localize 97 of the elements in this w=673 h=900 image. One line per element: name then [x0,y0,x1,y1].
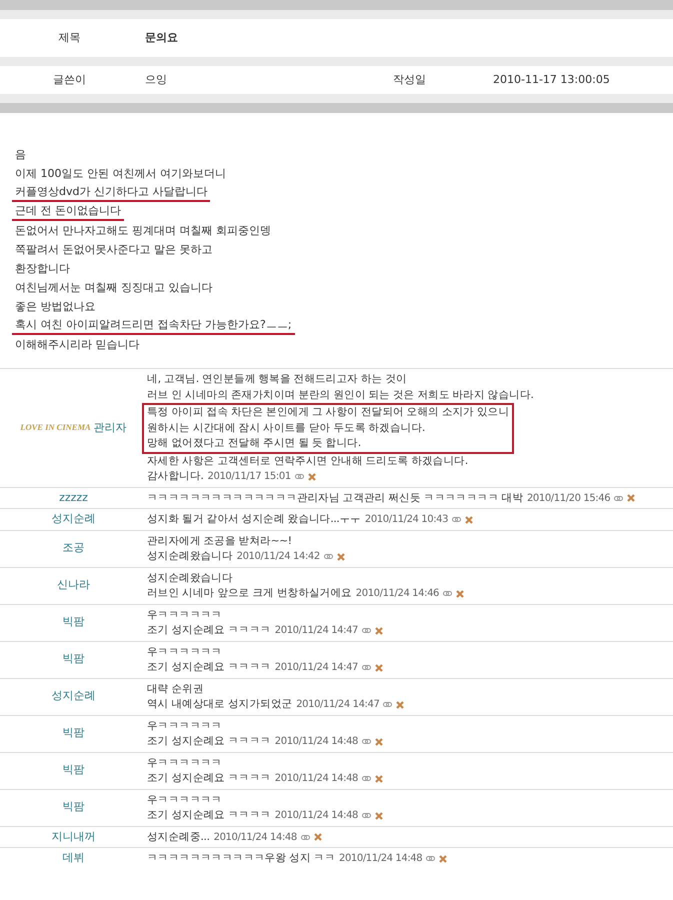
comment-text: ㅋㅋㅋㅋㅋㅋㅋㅋㅋㅋㅋ우왕 성지 ㅋㅋ [147,851,335,866]
delete-icon[interactable] [375,626,384,635]
comment-author: 데뷔 [62,850,84,866]
link-icon[interactable] [324,553,333,560]
author-label: 글쓴이 [52,72,87,88]
body-text: 돈없어서 만나자고해도 핑계대며 며칠째 회피중인뎅 [15,223,271,239]
comment-text: 성지순례중... [147,830,210,844]
comment-author: 조공 [62,540,84,556]
comment-date: 2010/11/24 14:47 [274,624,358,638]
author-name: 으잉 [145,72,168,88]
comment-author: zzzzz [59,490,88,506]
comment-text: 성지순례왔습니다 [147,549,233,564]
date-label: 작성일 [393,72,427,88]
comment-author: 빅팜 [62,614,84,630]
comment-text: 조기 성지순례요 ㅋㅋㅋㅋ [147,734,271,749]
comment-date: 2010/11/24 14:48 [338,852,422,866]
comment-text: 우ㅋㅋㅋㅋㅋㅋ [147,644,223,660]
comment-date: 2010/11/24 14:48 [274,735,358,749]
post-date: 2010-11-17 13:00:05 [493,72,610,88]
delete-icon[interactable] [465,516,474,524]
post-title: 문의요 [145,30,178,46]
comment-author: 빅팜 [62,762,84,778]
body-text: 여친님께서눈 며칠째 징징대고 있습니다 [15,280,212,296]
delete-icon[interactable] [375,738,384,746]
delete-icon[interactable] [375,664,384,672]
comment-date: 2010/11/24 14:47 [274,661,358,675]
comment-text: 러브 인 시네마의 존재가치이며 분란의 원인이 되는 것은 저희도 바라지 않습니다. [147,388,534,402]
comment-text: 조기 성지순례요 ㅋㅋㅋㅋ [147,623,271,638]
comment-author: 빅팜 [62,651,84,668]
body-text: 혹시 여친 아이피알려드리면 접속차단 가능한가요?ㅡㅡ; [12,316,295,335]
comment-text: 역시 내예상대로 성지가되었군 [147,697,292,712]
comment-date: 2010/11/24 14:46 [356,587,439,601]
link-icon[interactable] [614,494,624,502]
comment-text: 망해 없어졌다고 전달해 주시면 될 듯 합니다. [147,436,362,451]
link-icon[interactable] [362,738,372,746]
comment-text: 러브인 시네마 앞으로 크게 번창하실거에요 [147,586,352,601]
body-text: 이해해주시리라 믿습니다 [15,337,140,353]
comment-text: ㅋㅋㅋㅋㅋㅋㅋㅋㅋㅋㅋㅋㅋㅋ관리자님 고객관리 쩌신듯 ㅋㅋㅋㅋㅋㅋㅋ 대박 [147,490,523,506]
comment-text: 대략 순위권 [147,682,205,696]
delete-icon[interactable] [308,472,316,481]
body-text: 커플영상dvd가 신기하다고 사달랍니다 [12,183,210,202]
comment-text: 자세한 사항은 고객센터로 연락주시면 안내해 드리도록 하겠습니다. [147,454,469,468]
comment-text: 성지화 될거 같아서 성지순례 왔습니다...ㅜㅜ [147,512,361,527]
link-icon[interactable] [362,627,372,634]
comment-author: 관리자 [94,420,127,436]
comment-date: 2010/11/24 14:47 [296,698,380,712]
link-icon[interactable] [443,590,452,598]
link-icon[interactable] [362,664,372,672]
link-icon[interactable] [383,701,392,708]
body-text: 근데 전 돈이없습니다 [12,202,124,221]
comment-text: 우ㅋㅋㅋㅋㅋㅋ [147,718,223,734]
comment-date: 2010/11/24 14:42 [236,550,320,564]
comment-author: 성지순례 [52,688,96,704]
link-icon[interactable] [362,775,372,782]
delete-icon[interactable] [456,590,464,598]
comment-text: 원하시는 시간대에 잠시 사이트를 닫아 두도록 하겠습니다. [147,420,426,436]
site-logo: LOVE IN CINEMA [20,421,91,434]
link-icon[interactable] [362,812,372,820]
comment-date: 2010/11/24 14:48 [274,772,358,786]
comment-date: 2010/11/17 15:01 [208,470,291,484]
comment-date: 2010/11/24 14:48 [274,809,358,823]
delete-icon[interactable] [439,854,448,863]
comment-text: 관리자에게 조공을 받쳐라~~! [147,534,293,548]
title-label: 제목 [58,30,82,46]
comment-text: 네, 고객님. 연인분들께 행복을 전해드리고자 하는 것이 [147,372,408,387]
body-text: 쪽팔려서 돈없어못사준다고 말은 못하고 [15,242,212,258]
delete-icon[interactable] [314,833,322,842]
comment-author: 빅팜 [62,799,84,816]
body-text: 이제 100일도 안된 여친께서 여기와보더니 [15,166,226,182]
comment-author: 성지순례 [52,511,96,527]
comment-author: 신나라 [57,577,90,594]
comment-text: 우ㅋㅋㅋㅋㅋㅋ [147,792,223,808]
comment-text: 성지순례왔습니다 [147,570,234,586]
link-icon[interactable] [300,834,310,841]
delete-icon[interactable] [375,812,384,820]
comment-date: 2010/11/20 15:46 [526,492,610,506]
body-text: 음 [15,147,26,163]
delete-icon[interactable] [336,552,345,561]
body-text: 좋은 방법없나요 [15,299,96,315]
comment-text: 우ㅋㅋㅋㅋㅋㅋ [147,608,223,622]
comment-text: 조기 성지순례요 ㅋㅋㅋㅋ [147,771,271,786]
delete-icon[interactable] [375,774,384,783]
comment-author: 빅팜 [62,725,84,742]
comment-text: 우ㅋㅋㅋㅋㅋㅋ [147,756,223,770]
comment-text: 특정 아이피 접속 차단은 본인에게 그 사항이 전달되어 오해의 소지가 있으니 [147,405,510,420]
link-icon[interactable] [452,516,462,524]
comment-author: 지니내꺼 [52,828,96,844]
comment-date: 2010/11/24 10:43 [364,513,448,527]
comment-text: 조기 성지순례요 ㅋㅋㅋㅋ [147,808,271,823]
delete-icon[interactable] [396,700,404,709]
comment-date: 2010/11/24 14:48 [214,830,297,844]
delete-icon[interactable] [627,494,636,502]
body-text: 환장합니다 [15,261,70,277]
link-icon[interactable] [426,855,436,862]
link-icon[interactable] [294,473,304,480]
comment-text: 조기 성지순례요 ㅋㅋㅋㅋ [147,660,271,675]
comment-text: 감사합니다. [147,469,204,484]
